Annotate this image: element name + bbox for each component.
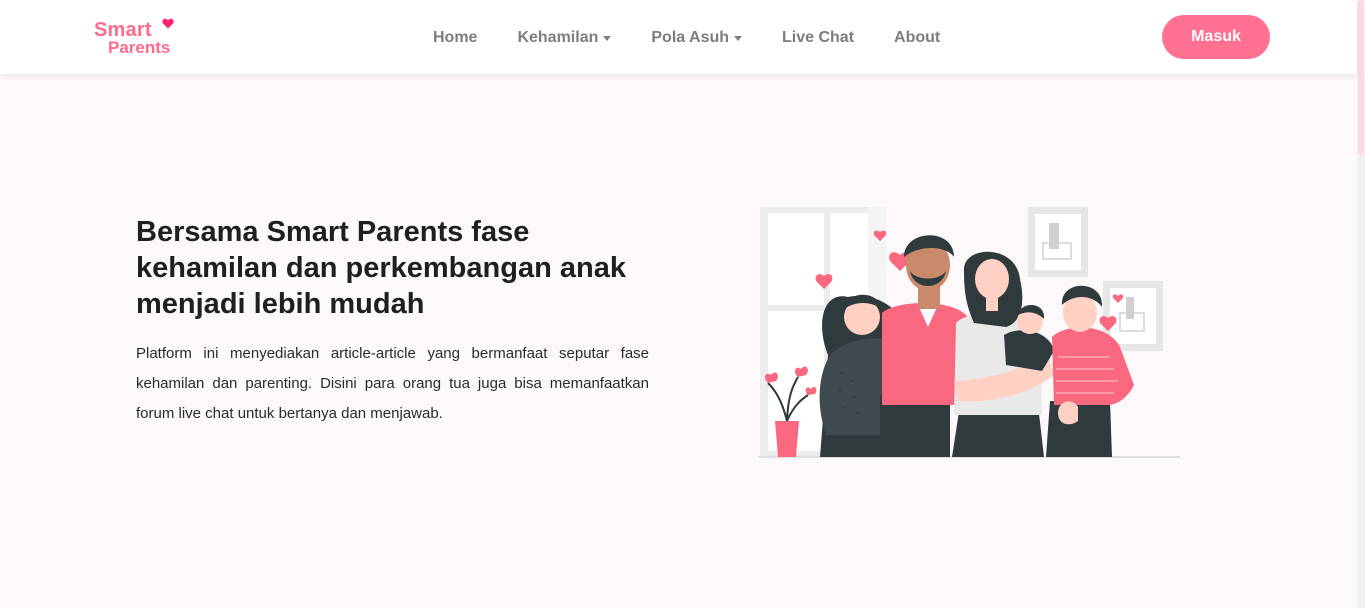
nav-item-label: Home (433, 29, 478, 46)
nav-item-label: Live Chat (782, 29, 855, 46)
heart-icon (162, 18, 174, 29)
brand-logo[interactable]: Smart Parents (94, 18, 194, 60)
brand-name-line2: Parents (108, 38, 171, 57)
hero-title: Bersama Smart Parents fase kehamilan dan… (136, 216, 626, 320)
caret-down-icon (603, 35, 612, 41)
wall-frame (1028, 207, 1088, 277)
nav-item-pola-asuh[interactable]: Pola Asuh (651, 28, 743, 48)
nav-item-home[interactable]: Home (433, 28, 477, 48)
nav-item-label: Pola Asuh (651, 29, 730, 46)
hero-description: Platform ini menyediakan article-article… (136, 345, 649, 422)
nav-item-about[interactable]: About (894, 28, 940, 48)
scrollbar-thumb[interactable] (1358, 0, 1364, 155)
nav-menu: Home Kehamilan Pola Asuh Live Chat About (433, 28, 980, 48)
login-button[interactable]: Masuk (1162, 15, 1270, 59)
brand-name-line1: Smart (94, 19, 152, 41)
nav-item-kehamilan[interactable]: Kehamilan (517, 28, 612, 48)
family-illustration (758, 207, 1180, 458)
caret-down-icon (734, 35, 743, 41)
nav-item-label: Kehamilan (517, 29, 599, 46)
navbar: Smart Parents Home Kehamilan Pola Asuh L… (0, 0, 1357, 74)
page-scrollbar[interactable] (1357, 0, 1365, 608)
nav-item-live-chat[interactable]: Live Chat (782, 28, 854, 48)
nav-item-label: About (894, 29, 941, 46)
